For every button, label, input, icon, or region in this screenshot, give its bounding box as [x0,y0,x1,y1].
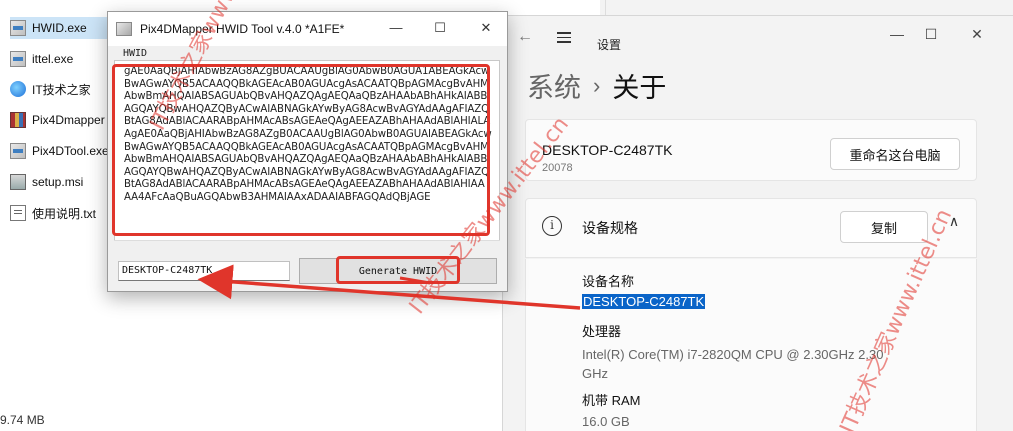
file-item-hwid-exe[interactable]: HWID.exe [10,17,110,39]
file-name: Pix4DTool.exe [32,144,109,158]
file-name: HWID.exe [32,21,87,35]
info-icon: i [542,216,562,236]
spec-value-device-name[interactable]: DESKTOP-C2487TK [582,294,706,309]
file-name: IT技术之家 [32,82,91,97]
minimize-icon[interactable]: — [887,26,907,42]
breadcrumb-parent[interactable]: 系统 [527,66,581,105]
hwid-tool-title: Pix4DMapper HWID Tool v.4.0 *A1FE* [140,22,345,36]
device-specs-title: 设备规格 [582,220,638,236]
close-icon[interactable]: ✕ [967,26,987,43]
ie-icon [10,81,26,97]
rar-icon [10,112,26,128]
file-item-it-shortcut[interactable]: IT技术之家 [10,78,110,100]
msi-icon [10,174,26,190]
file-item-readme-txt[interactable]: 使用说明.txt [10,202,110,224]
file-name: Pix4Dmapper [32,113,105,127]
breadcrumb-current: 关于 [612,73,667,103]
file-item-ittel-exe[interactable]: ittel.exe [10,48,110,70]
breadcrumb: 系统 › 关于 [527,66,666,105]
exe-icon [10,20,26,36]
exe-icon [10,143,26,159]
file-name: 使用说明.txt [32,206,97,221]
chevron-right-icon: › [593,72,601,98]
spec-label-ram: 机带 RAM [582,393,641,408]
file-item-setup-msi[interactable]: setup.msi [10,171,110,193]
settings-titlebar: ← 设置 — ☐ ✕ [503,16,1013,56]
spec-label-device-name: 设备名称 [582,274,635,289]
device-name-input[interactable]: DESKTOP-C2487TK [118,261,290,281]
menu-icon[interactable] [557,29,571,46]
maximize-icon[interactable]: ☐ [921,26,941,43]
exe-icon [10,51,26,67]
settings-title: 设置 [597,38,622,52]
spec-label-processor: 处理器 [582,324,622,339]
minimize-icon[interactable]: — [386,20,406,35]
close-icon[interactable]: ✕ [476,20,496,36]
hwid-label: HWID [123,48,148,59]
txt-icon [10,205,26,221]
file-name: ittel.exe [32,52,74,66]
hwid-tool-titlebar[interactable]: Pix4DMapper HWID Tool v.4.0 *A1FE* — ☐ ✕ [108,12,507,46]
file-item-pix4dtool-exe[interactable]: Pix4DTool.exe [10,140,110,162]
file-item-pix4dmapper[interactable]: Pix4Dmapper [10,109,110,131]
app-icon [116,22,132,36]
spec-value-ram[interactable]: 16.0 GB [582,414,630,429]
back-arrow-icon[interactable]: ← [517,28,533,46]
maximize-icon[interactable]: ☐ [430,20,450,36]
rename-pc-button[interactable]: 重命名这台电脑 [830,138,960,170]
device-card: DESKTOP-C2487TK 20078 重命名这台电脑 [525,119,977,181]
file-name: setup.msi [32,175,84,189]
status-size: 9.74 MB [0,413,45,427]
